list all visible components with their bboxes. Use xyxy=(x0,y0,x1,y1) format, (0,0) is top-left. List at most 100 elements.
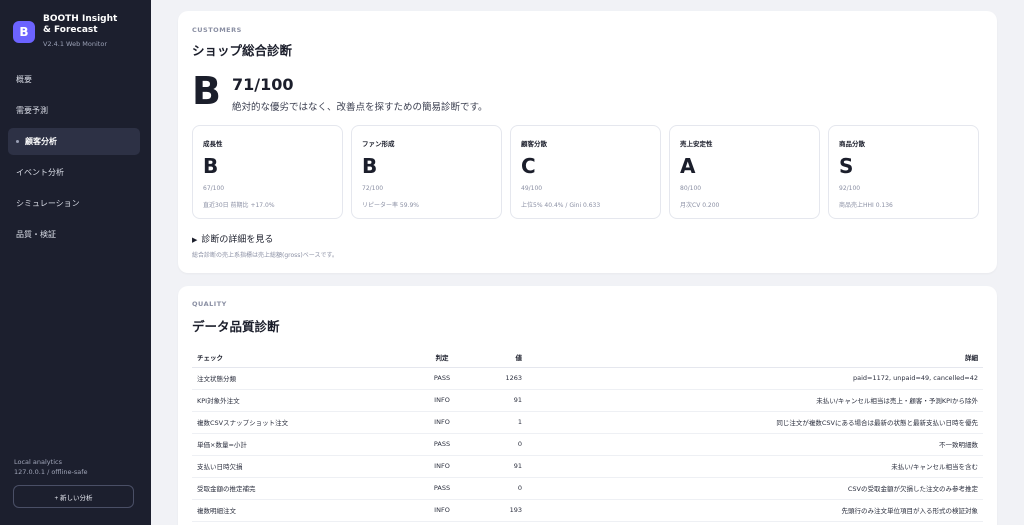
active-dot-icon xyxy=(16,140,19,143)
column-header: チェック xyxy=(192,347,412,368)
nav-item-simulation[interactable]: シミュレーション xyxy=(8,190,140,217)
metric-score: 72/100 xyxy=(362,185,384,192)
value-cell: 1 xyxy=(472,411,527,434)
detail-cell: 先頭行のみ注文単位項目が入る形式の検証対象 xyxy=(527,499,983,522)
table-row: 単価×数量=小計 PASS 0 不一致明細数 xyxy=(192,433,983,456)
nav-item-forecast[interactable]: 需要予測 xyxy=(8,97,140,124)
metric-grade: A xyxy=(680,154,696,178)
value-cell: 91 xyxy=(472,455,527,478)
detail-cell: 未払い/キャンセル相当を含む xyxy=(527,455,983,478)
nav-item-customers[interactable]: 顧客分析 xyxy=(8,128,140,155)
check-cell: 受取金額の推定補完 xyxy=(192,477,412,500)
metric-detail: 直近30日 前期比 +17.0% xyxy=(203,202,275,209)
detail-cell: 不一致明細数 xyxy=(527,433,983,456)
detail-cell: 同じ注文が複数CSVにある場合は最新の状態と最新支払い日時を優先 xyxy=(527,411,983,434)
metric-card-sales-stability: 売上安定性 A 80/100 月次CV 0.200 xyxy=(669,125,820,219)
metric-label: 成長性 xyxy=(203,140,223,148)
nav-item-quality[interactable]: 品質・検証 xyxy=(8,221,140,248)
customers-card: CUSTOMERS ショップ総合診断 B 71/100 絶対的な優劣ではなく、改… xyxy=(178,11,997,273)
value-cell: 0 xyxy=(472,433,527,456)
footnote: 総合診断の売上系指標は売上総額(gross)ベースです。 xyxy=(192,252,338,259)
metric-grade: C xyxy=(521,154,536,178)
table-row: 複数明細注文 INFO 193 先頭行のみ注文単位項目が入る形式の検証対象 xyxy=(192,499,983,522)
section-title: データ品質診断 xyxy=(192,319,280,334)
table-row: 支払い日時欠損 INFO 91 未払い/キャンセル相当を含む xyxy=(192,455,983,478)
sidebar: B BOOTH Insight & Forecast V2.4.1 Web Mo… xyxy=(0,0,151,525)
metric-grade: B xyxy=(203,154,219,178)
check-cell: 複数CSVスナップショット注文 xyxy=(192,411,412,434)
overall-score: 71/100 xyxy=(232,75,294,94)
metric-card-growth: 成長性 B 67/100 直近30日 前期比 +17.0% xyxy=(192,125,343,219)
nav-item-label: 需要予測 xyxy=(16,106,48,115)
nav-item-label: 概要 xyxy=(16,75,32,84)
metric-label: 売上安定性 xyxy=(680,140,713,148)
metric-label: ファン形成 xyxy=(362,140,395,148)
metric-detail: 月次CV 0.200 xyxy=(680,202,720,209)
metric-grade: S xyxy=(839,154,854,178)
new-analysis-button[interactable]: + 新しい分析 xyxy=(13,485,134,508)
detail-cell: paid=1172, unpaid=49, cancelled=42 xyxy=(527,367,983,390)
section-title: ショップ総合診断 xyxy=(192,43,293,58)
quality-card: QUALITY データ品質診断 チェック 判定 値 詳細 注文状態分類 PASS… xyxy=(178,286,997,525)
section-label: QUALITY xyxy=(192,300,227,308)
caret-right-icon: ▶ xyxy=(192,236,198,244)
metric-label: 商品分散 xyxy=(839,140,865,148)
overall-grade: B xyxy=(192,69,221,113)
nav-item-events[interactable]: イベント分析 xyxy=(8,159,140,186)
metric-card-customer-spread: 顧客分散 C 49/100 上位5% 40.4% / Gini 0.633 xyxy=(510,125,661,219)
metric-detail: リピーター率 59.9% xyxy=(362,202,419,209)
section-label: CUSTOMERS xyxy=(192,26,242,34)
table-row: 複数CSVスナップショット注文 INFO 1 同じ注文が複数CSVにある場合は最… xyxy=(192,411,983,434)
metric-label: 顧客分散 xyxy=(521,140,547,148)
metric-card-product-spread: 商品分散 S 92/100 商品売上HHI 0.136 xyxy=(828,125,979,219)
footer-line-1: Local analytics xyxy=(14,458,62,466)
judge-cell: INFO xyxy=(412,411,472,434)
app-version: V2.4.1 Web Monitor xyxy=(43,40,107,48)
detail-cell: CSVの受取金額が欠損した注文のみ参考推定 xyxy=(527,477,983,500)
footer-line-2: 127.0.0.1 / offline-safe xyxy=(14,468,88,476)
judge-cell: INFO xyxy=(412,455,472,478)
diagnosis-description: 絶対的な優劣ではなく、改善点を探すための簡易診断です。 xyxy=(232,102,488,113)
value-cell: 91 xyxy=(472,389,527,412)
metric-detail: 商品売上HHI 0.136 xyxy=(839,202,893,209)
table-row: 受取金額の推定補完 PASS 0 CSVの受取金額が欠損した注文のみ参考推定 xyxy=(192,477,983,500)
value-cell: 1263 xyxy=(472,367,527,390)
quality-table: チェック 判定 値 詳細 注文状態分類 PASS 1263 paid=1172,… xyxy=(192,347,983,522)
footer-info: Local analytics 127.0.0.1 / offline-safe xyxy=(14,457,88,477)
table-header-row: チェック 判定 値 詳細 xyxy=(192,347,983,368)
judge-cell: INFO xyxy=(412,499,472,522)
details-toggle-label: 診断の詳細を見る xyxy=(201,235,274,245)
details-toggle[interactable]: ▶ 診断の詳細を見る xyxy=(192,232,273,245)
main-nav: 概要 需要予測 顧客分析 イベント分析 シミュレーション 品質・検証 xyxy=(8,66,140,252)
table-row: KPI対象外注文 INFO 91 未払い/キャンセル相当は売上・顧客・予測KPI… xyxy=(192,389,983,412)
check-cell: KPI対象外注文 xyxy=(192,389,412,412)
check-cell: 複数明細注文 xyxy=(192,499,412,522)
check-cell: 注文状態分類 xyxy=(192,367,412,390)
brand: B BOOTH Insight & Forecast V2.4.1 Web Mo… xyxy=(13,14,123,48)
judge-cell: INFO xyxy=(412,389,472,412)
check-cell: 単価×数量=小計 xyxy=(192,433,412,456)
nav-item-label: イベント分析 xyxy=(16,168,64,177)
column-header: 値 xyxy=(472,347,527,368)
nav-item-label: 品質・検証 xyxy=(16,230,56,239)
app-title: BOOTH Insight & Forecast xyxy=(43,14,118,35)
metric-detail: 上位5% 40.4% / Gini 0.633 xyxy=(521,202,601,209)
value-cell: 0 xyxy=(472,477,527,500)
judge-cell: PASS xyxy=(412,433,472,456)
app-logo: B xyxy=(13,21,35,43)
metric-score: 67/100 xyxy=(203,185,225,192)
nav-item-overview[interactable]: 概要 xyxy=(8,66,140,93)
column-header: 詳細 xyxy=(527,347,983,368)
nav-item-label: シミュレーション xyxy=(16,199,80,208)
metric-score: 80/100 xyxy=(680,185,702,192)
detail-cell: 未払い/キャンセル相当は売上・顧客・予測KPIから除外 xyxy=(527,389,983,412)
metric-grade: B xyxy=(362,154,378,178)
value-cell: 193 xyxy=(472,499,527,522)
metric-score: 92/100 xyxy=(839,185,861,192)
judge-cell: PASS xyxy=(412,477,472,500)
check-cell: 支払い日時欠損 xyxy=(192,455,412,478)
table-row: 注文状態分類 PASS 1263 paid=1172, unpaid=49, c… xyxy=(192,367,983,390)
judge-cell: PASS xyxy=(412,367,472,390)
metric-score: 49/100 xyxy=(521,185,543,192)
column-header: 判定 xyxy=(412,347,472,368)
